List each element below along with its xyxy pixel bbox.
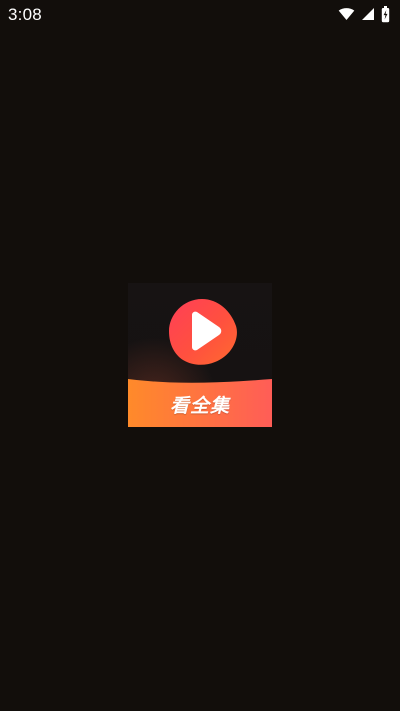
splash-logo: 看全集	[128, 283, 272, 427]
logo-banner: 看全集	[128, 377, 272, 427]
cellular-signal-icon	[361, 7, 375, 21]
status-icons	[338, 5, 390, 23]
wifi-icon	[338, 7, 355, 21]
logo-text: 看全集	[169, 395, 230, 417]
battery-charging-icon	[381, 5, 390, 23]
play-icon	[168, 296, 238, 366]
status-bar: 3:08	[0, 0, 400, 28]
status-time: 3:08	[8, 5, 42, 24]
